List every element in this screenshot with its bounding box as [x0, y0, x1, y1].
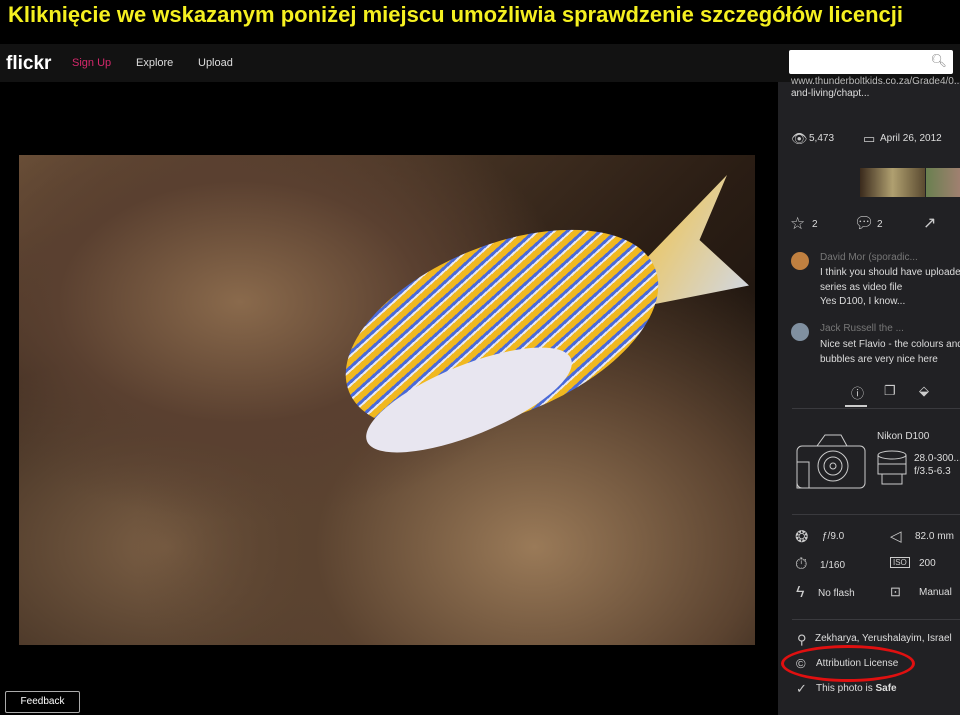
exposure-mode-icon: ⊡ — [890, 584, 901, 599]
fave-count: 2 — [812, 219, 818, 230]
safety-value: Safe — [875, 683, 897, 694]
camera-icon — [796, 434, 866, 489]
safety-level: This photo is Safe — [816, 683, 897, 694]
share-icon[interactable]: ↗ — [923, 213, 936, 233]
aperture-icon: ❂ — [795, 529, 809, 546]
avatar[interactable] — [791, 323, 809, 341]
thumbnail[interactable] — [926, 168, 960, 197]
feedback-button[interactable]: Feedback — [5, 691, 80, 713]
photo-info-sidebar: www.thunderboltkids.co.za/Grade4/0... an… — [778, 76, 960, 715]
comment-text: series as video file — [820, 282, 903, 293]
date-taken: April 26, 2012 — [880, 133, 942, 144]
nav-sign-up[interactable]: Sign Up — [72, 57, 111, 69]
location-pin-icon: ⚲ — [797, 632, 807, 647]
focal-length-icon: ◁ — [890, 528, 902, 545]
main-photo[interactable] — [19, 155, 755, 645]
star-icon[interactable]: ☆ — [790, 214, 805, 234]
info-icon[interactable]: ⓘ — [851, 383, 864, 402]
lens-aperture: f/3.5-6.3 — [914, 466, 951, 477]
source-link-cont[interactable]: and-living/chapt... — [791, 88, 869, 99]
divider — [792, 408, 960, 409]
eye-icon: 👁︎ — [791, 131, 808, 146]
comment-author[interactable]: Jack Russell the ... — [820, 323, 904, 334]
comment-icon[interactable]: 💬︎ — [854, 213, 874, 233]
tag-icon[interactable]: ⬙ — [919, 383, 929, 399]
iso-icon: ISO — [890, 557, 910, 568]
comment-text: bubbles are very nice here — [820, 354, 938, 365]
safe-check-icon: ✓ — [796, 681, 807, 696]
search-icon[interactable]: 🔍︎ — [930, 53, 947, 69]
location-link[interactable]: Zekharya, Yerushalayim, Israel — [815, 633, 952, 644]
license-highlight-circle — [781, 645, 915, 682]
search-input[interactable]: 🔍︎ — [789, 50, 953, 74]
exif-flash: No flash — [818, 588, 855, 599]
lens-model: 28.0-300... — [914, 453, 960, 464]
lens-icon — [877, 450, 907, 485]
calendar-icon: ▭ — [863, 131, 876, 146]
divider — [792, 619, 960, 620]
nav-upload[interactable]: Upload — [198, 57, 233, 69]
instruction-caption: Kliknięcie we wskazanym poniżej miejscu … — [8, 2, 903, 27]
safety-label: This photo is — [816, 683, 876, 694]
thumbnail[interactable] — [860, 168, 925, 197]
comment-text: Nice set Flavio - the colours and — [820, 339, 960, 350]
timer-icon: ⏱︎ — [795, 556, 808, 573]
comment-text: I think you should have uploaded — [820, 267, 960, 278]
no-flash-icon: ϟ — [796, 584, 805, 601]
albums-icon[interactable]: ❐ — [884, 383, 896, 399]
camera-model[interactable]: Nikon D100 — [877, 431, 929, 442]
exif-focal-length: 82.0 mm — [915, 531, 954, 542]
divider — [792, 514, 960, 515]
exif-aperture: ƒ/9.0 — [822, 531, 845, 542]
comment-author[interactable]: David Mor (sporadic... — [820, 252, 918, 263]
active-tab-indicator — [845, 405, 867, 407]
avatar[interactable] — [791, 252, 809, 270]
flickr-logo[interactable]: flickr — [6, 53, 51, 75]
exif-iso: 200 — [919, 558, 936, 569]
comment-text: Yes D100, I know... — [820, 296, 906, 307]
exif-shutter: 1/160 — [820, 560, 846, 571]
exif-mode: Manual — [919, 587, 952, 598]
source-link[interactable]: www.thunderboltkids.co.za/Grade4/0... — [791, 76, 960, 87]
view-count: 5,473 — [809, 133, 835, 144]
nav-explore[interactable]: Explore — [136, 57, 173, 69]
comment-count: 2 — [877, 219, 883, 230]
